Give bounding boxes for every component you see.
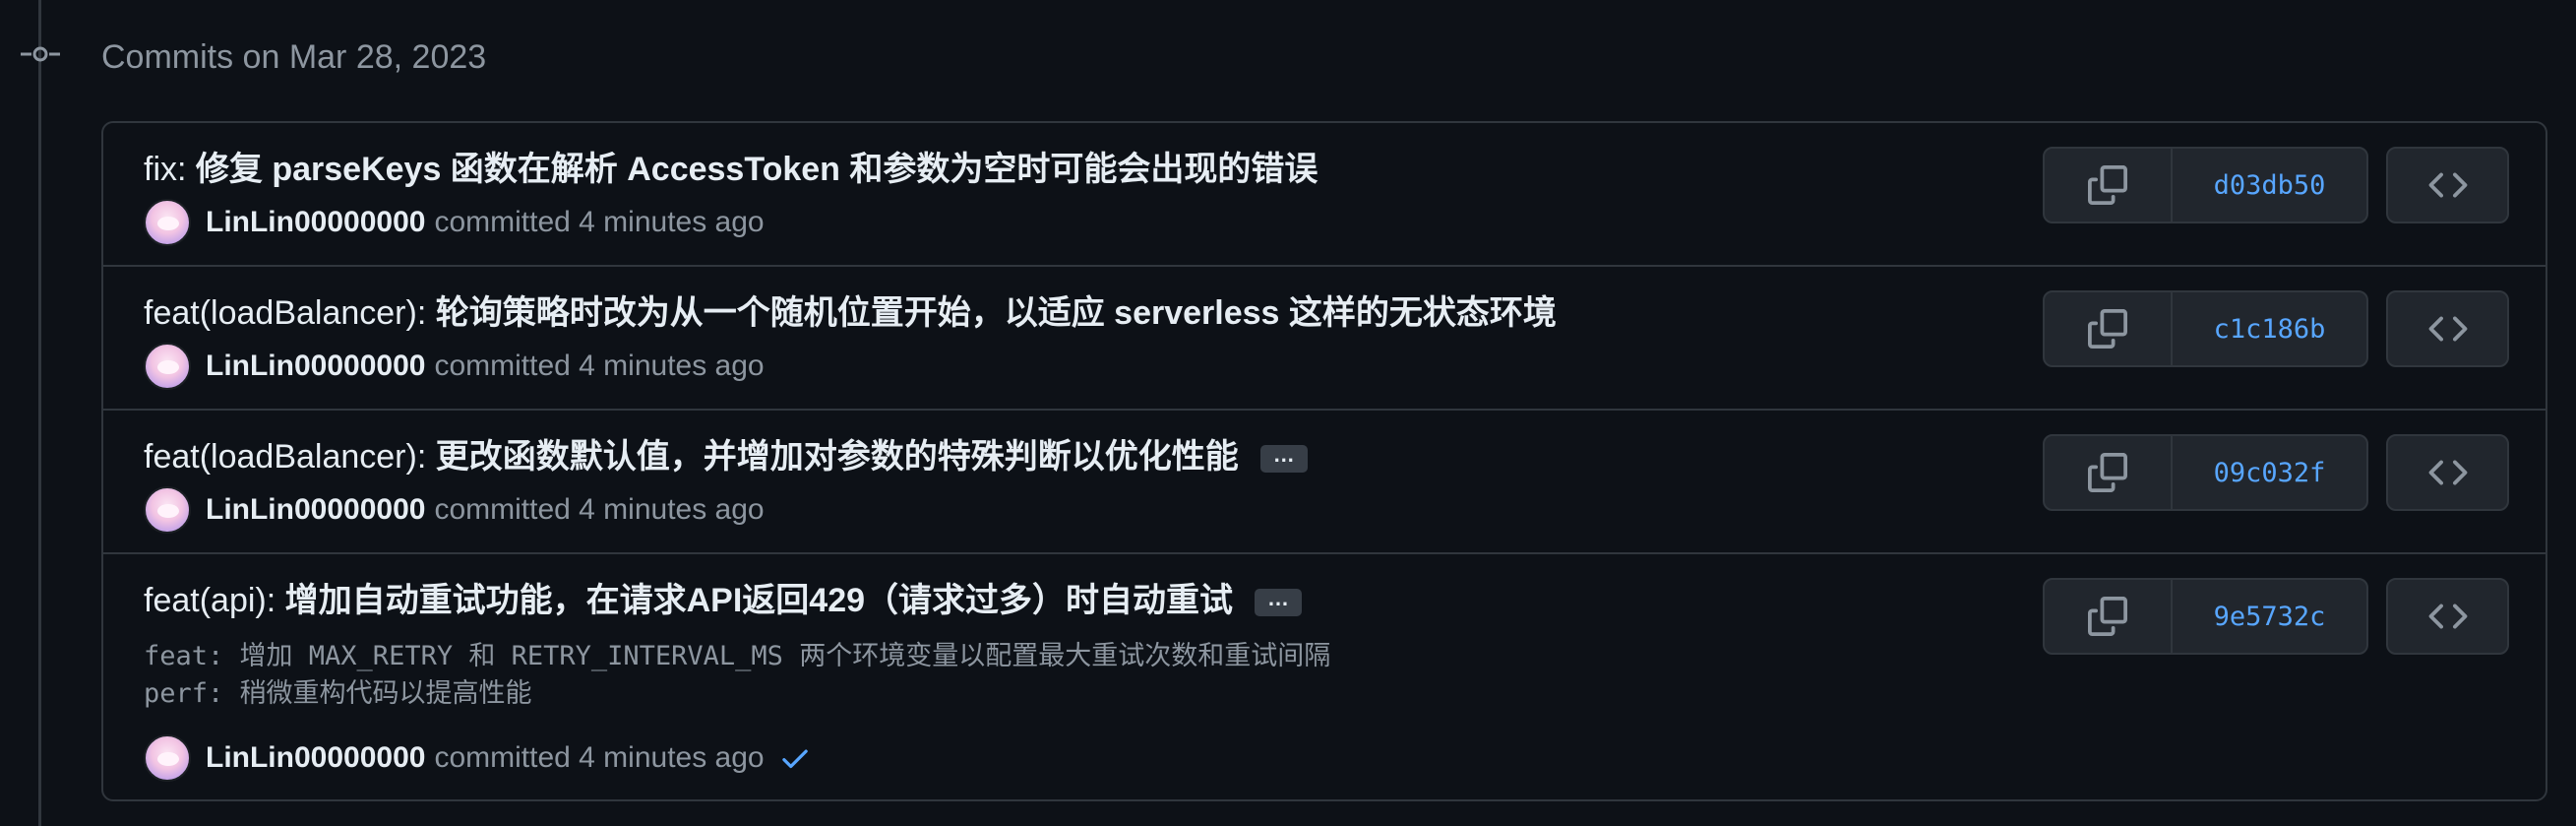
commit-title[interactable]: feat(api): 增加自动重试功能，在请求API返回429（请求过多）时自动… — [144, 579, 1303, 622]
browse-repo-button[interactable] — [2386, 578, 2509, 655]
commit-row: feat(loadBalancer): 轮询策略时改为从一个随机位置开始，以适应… — [103, 267, 2545, 411]
browse-repo-button[interactable] — [2386, 434, 2509, 511]
avatar[interactable] — [144, 199, 191, 246]
code-icon — [2428, 604, 2467, 629]
commit-title-text[interactable]: 更改函数默认值，并增加对参数的特殊判断以优化性能 — [426, 438, 1239, 476]
copy-icon — [2088, 597, 2127, 636]
commit-body-line: feat: 增加 MAX_RETRY 和 RETRY_INTERVAL_MS 两… — [144, 641, 1331, 671]
commit-time: committed 4 minutes ago — [434, 741, 765, 774]
commit-title-prefix[interactable]: fix: — [144, 151, 186, 188]
commit-title-prefix[interactable]: feat(api): — [144, 582, 276, 619]
copy-icon — [2088, 453, 2127, 492]
expand-message-button[interactable]: … — [1255, 588, 1303, 617]
git-commit-icon — [21, 46, 60, 62]
commit-title[interactable]: feat(loadBalancer): 更改函数默认值，并增加对参数的特殊判断以… — [144, 435, 1308, 478]
commit-sha-link[interactable]: d03db50 — [2173, 149, 2366, 222]
timeline-line — [38, 0, 41, 826]
commit-title-text[interactable]: 增加自动重试功能，在请求API返回429（请求过多）时自动重试 — [276, 582, 1233, 619]
commit-row: feat(api): 增加自动重试功能，在请求API返回429（请求过多）时自动… — [103, 554, 2545, 799]
commit-actions: d03db50 — [2043, 147, 2368, 223]
commit-actions: 09c032f — [2043, 434, 2368, 511]
copy-sha-button[interactable] — [2045, 436, 2173, 509]
commit-actions: 9e5732c — [2043, 578, 2368, 655]
commit-title[interactable]: feat(loadBalancer): 轮询策略时改为从一个随机位置开始，以适应… — [144, 291, 1557, 335]
avatar[interactable] — [144, 486, 191, 534]
copy-icon — [2088, 165, 2127, 205]
commit-row: feat(loadBalancer): 更改函数默认值，并增加对参数的特殊判断以… — [103, 411, 2545, 554]
avatar[interactable] — [144, 343, 191, 390]
commit-group-header: Commits on Mar 28, 2023 — [101, 38, 487, 76]
commit-actions: c1c186b — [2043, 290, 2368, 367]
commit-row: fix: 修复 parseKeys 函数在解析 AccessToken 和参数为… — [103, 123, 2545, 267]
commit-meta: LinLin00000000 committed 4 minutes ago — [144, 342, 765, 391]
code-icon — [2428, 172, 2467, 198]
commit-sha-link[interactable]: 09c032f — [2173, 436, 2366, 509]
commit-time: committed 4 minutes ago — [434, 493, 765, 526]
author-link[interactable]: LinLin00000000 — [206, 349, 425, 383]
browse-repo-button[interactable] — [2386, 290, 2509, 367]
commit-body-line: perf: 稍微重构代码以提高性能 — [144, 678, 532, 709]
author-link[interactable]: LinLin00000000 — [206, 206, 425, 239]
copy-sha-button[interactable] — [2045, 580, 2173, 653]
author-link[interactable]: LinLin00000000 — [206, 493, 425, 527]
copy-sha-button[interactable] — [2045, 292, 2173, 365]
code-icon — [2428, 316, 2467, 342]
expand-message-button[interactable]: … — [1259, 444, 1308, 474]
commit-title-text[interactable]: 修复 parseKeys 函数在解析 AccessToken 和参数为空时可能会… — [186, 151, 1319, 188]
commit-meta: LinLin00000000 committed 4 minutes ago — [144, 485, 765, 535]
author-link[interactable]: LinLin00000000 — [206, 741, 425, 775]
commit-sha-link[interactable]: c1c186b — [2173, 292, 2366, 365]
commit-title-text[interactable]: 轮询策略时改为从一个随机位置开始，以适应 serverless 这样的无状态环境 — [426, 294, 1557, 332]
copy-icon — [2088, 309, 2127, 349]
commit-sha-link[interactable]: 9e5732c — [2173, 580, 2366, 653]
commit-title-prefix[interactable]: feat(loadBalancer): — [144, 438, 426, 476]
commit-title[interactable]: fix: 修复 parseKeys 函数在解析 AccessToken 和参数为… — [144, 148, 1318, 191]
commit-meta: LinLin00000000 committed 4 minutes ago — [144, 198, 765, 247]
code-icon — [2428, 460, 2467, 485]
copy-sha-button[interactable] — [2045, 149, 2173, 222]
commit-list: fix: 修复 parseKeys 函数在解析 AccessToken 和参数为… — [101, 121, 2547, 801]
browse-repo-button[interactable] — [2386, 147, 2509, 223]
commit-time: committed 4 minutes ago — [434, 206, 765, 238]
commit-time: committed 4 minutes ago — [434, 349, 765, 382]
commit-title-prefix[interactable]: feat(loadBalancer): — [144, 294, 426, 332]
commit-meta: LinLin00000000 committed 4 minutes ago — [144, 733, 812, 783]
check-icon[interactable] — [778, 741, 812, 775]
avatar[interactable] — [144, 734, 191, 782]
